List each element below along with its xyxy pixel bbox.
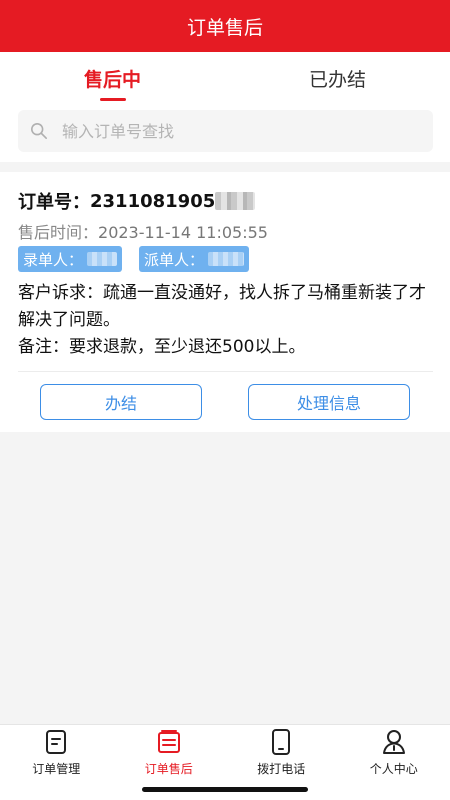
nav-label: 订单管理: [32, 762, 81, 776]
complaint-block: 客户诉求：疏通一直没通好，找人拆了马桶重新装了才解决了问题。 备注：要求退款，至…: [18, 280, 433, 361]
nav-label: 拨打电话: [257, 762, 306, 776]
dispatcher-name-redacted: [208, 252, 245, 266]
complaint-label: 客户诉求：: [18, 283, 103, 303]
search-input[interactable]: [62, 121, 392, 141]
order-number-value: 2311081905: [90, 190, 216, 212]
tab-label: 已办结: [308, 68, 366, 91]
remark: 备注：要求退款，至少退还500以上。: [18, 334, 433, 361]
order-manage-icon: [46, 730, 67, 754]
remark-label: 备注：: [18, 337, 69, 357]
tab-label: 售后中: [83, 68, 141, 91]
recorder-name-redacted: [87, 252, 118, 266]
recorder-label: 录单人：: [23, 250, 84, 269]
card-divider: [18, 371, 433, 372]
after-sale-time-row: 售后时间：2023-11-14 11:05:55: [18, 219, 268, 243]
after-sale-icon: [157, 730, 180, 753]
order-number-redacted: [215, 192, 256, 210]
close-order-button[interactable]: 办结: [40, 384, 202, 420]
order-number-row: 订单号： 2311081905: [18, 188, 256, 214]
tab-in-progress[interactable]: 售后中: [0, 52, 225, 104]
remark-text: 要求退款，至少退还500以上。: [69, 337, 306, 357]
nav-label: 订单售后: [144, 762, 193, 776]
phone-icon: [272, 729, 291, 755]
after-sale-time-label: 售后时间：: [18, 223, 99, 242]
nav-profile[interactable]: 个人中心: [338, 725, 450, 781]
top-area: 售后中 已办结: [0, 52, 450, 162]
nav-order-manage[interactable]: 订单管理: [0, 725, 113, 781]
nav-after-sale[interactable]: 订单售后: [113, 725, 226, 781]
dispatcher-label: 派单人：: [144, 250, 205, 269]
active-tab-indicator: [99, 98, 126, 101]
search-icon: [30, 122, 48, 140]
tab-completed[interactable]: 已办结: [225, 52, 450, 104]
search-bar[interactable]: [18, 110, 433, 152]
page-title: 订单售后: [186, 16, 263, 39]
home-indicator: [142, 787, 308, 792]
customer-complaint: 客户诉求：疏通一直没通好，找人拆了马桶重新装了才解决了问题。: [18, 280, 433, 334]
tab-bar: 售后中 已办结: [0, 52, 450, 104]
dispatcher-tag: 派单人：: [139, 246, 250, 272]
people-tags: 录单人： 派单人：: [18, 246, 266, 272]
nav-label: 个人中心: [369, 762, 418, 776]
recorder-tag: 录单人：: [18, 246, 123, 272]
user-icon: [382, 730, 405, 754]
nav-call[interactable]: 拨打电话: [225, 725, 338, 781]
app-header: 订单售后: [0, 0, 450, 52]
handle-info-button[interactable]: 处理信息: [248, 384, 410, 420]
order-card: 订单号： 2311081905 售后时间：2023-11-14 11:05:55…: [0, 172, 450, 432]
order-number-label: 订单号：: [18, 192, 90, 213]
after-sale-time-value: 2023-11-14 11:05:55: [98, 223, 268, 242]
